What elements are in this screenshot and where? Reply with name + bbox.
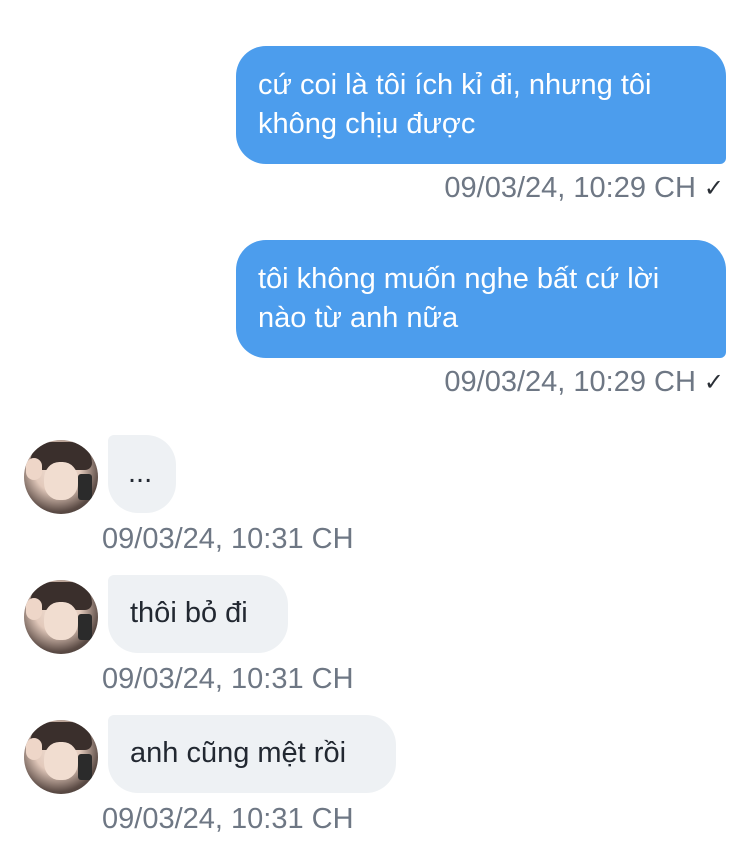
message-bubble-incoming[interactable]: anh cũng mệt rồi: [108, 715, 396, 793]
checkmark-icon: ✓: [703, 369, 724, 396]
message-bubble-outgoing[interactable]: cứ coi là tôi ích kỉ đi, nhưng tôi không…: [236, 46, 726, 164]
message-timestamp: 09/03/24, 10:29 CH: [444, 172, 696, 204]
message-text: cứ coi là tôi ích kỉ đi, nhưng tôi không…: [258, 69, 652, 140]
message-timestamp: 09/03/24, 10:31 CH: [102, 663, 354, 695]
message-text: thôi bỏ đi: [130, 597, 248, 629]
avatar[interactable]: [24, 440, 98, 514]
message-timestamp: 09/03/24, 10:31 CH: [102, 523, 354, 555]
message-meta: 09/03/24, 10:29 CH ✓: [444, 366, 724, 399]
message-bubble-outgoing[interactable]: tôi không muốn nghe bất cứ lời nào từ an…: [236, 240, 726, 358]
message-text: tôi không muốn nghe bất cứ lời nào từ an…: [258, 263, 660, 334]
message-meta: 09/03/24, 10:29 CH ✓: [444, 172, 724, 205]
avatar[interactable]: [24, 720, 98, 794]
message-text: anh cũng mệt rồi: [130, 737, 347, 769]
message-bubble-incoming[interactable]: ...: [108, 435, 176, 513]
message-text: ...: [128, 457, 153, 489]
message-timestamp: 09/03/24, 10:29 CH: [444, 366, 696, 398]
message-bubble-incoming[interactable]: thôi bỏ đi: [108, 575, 288, 653]
avatar[interactable]: [24, 580, 98, 654]
checkmark-icon: ✓: [703, 175, 724, 202]
message-timestamp: 09/03/24, 10:31 CH: [102, 803, 354, 835]
